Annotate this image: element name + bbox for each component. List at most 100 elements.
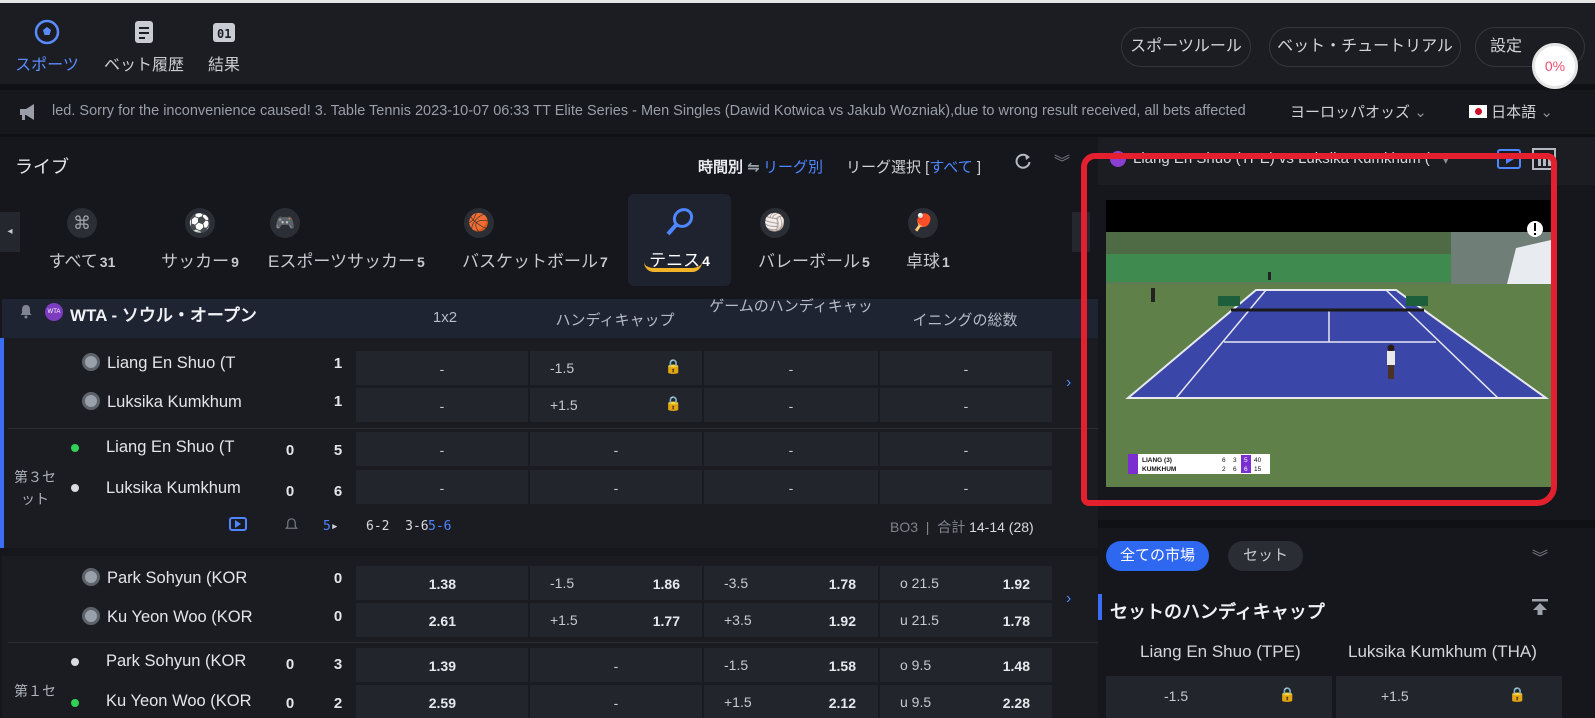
bell-icon[interactable] — [284, 517, 299, 532]
sport-tab-all[interactable]: ⌘ すべて 31 — [42, 208, 122, 293]
nav-results[interactable]: 01 結果 — [179, 19, 269, 75]
odds-cell[interactable]: - — [356, 432, 528, 466]
pin-to-top-icon[interactable] — [1530, 597, 1550, 617]
tabs-scroll-left[interactable]: ◂ — [0, 212, 20, 252]
odds-cell[interactable]: - — [530, 648, 702, 682]
odds-cell[interactable]: - — [530, 470, 702, 504]
tennis-ball-icon — [82, 353, 100, 371]
nav-bet-history-label: ベット履歴 — [103, 57, 184, 74]
odds-value: 2.28 — [1002, 695, 1030, 711]
odds-cell[interactable]: -1.5 1.86 — [530, 566, 702, 600]
nav-bet-history[interactable]: ベット履歴 — [99, 19, 189, 75]
odds-cell[interactable]: 1.39 — [356, 648, 528, 682]
league-select[interactable]: リーグ選択 [すべて ] — [846, 156, 981, 177]
divider — [8, 642, 1098, 643]
team-name: Park Sohyun (KOR — [106, 652, 247, 670]
odds-cell[interactable]: -3.5 1.78 — [704, 566, 878, 600]
odds-cell[interactable]: +1.5 🔒 — [530, 388, 702, 422]
total-line: u 9.5 — [900, 694, 932, 710]
sport-tab-volleyball[interactable]: 🏐 バレーボール 5 — [758, 208, 883, 293]
odds-format-dropdown[interactable]: ヨーロッパオッズ ⌄ — [1290, 101, 1427, 122]
odds-cell[interactable]: - — [704, 432, 878, 466]
odds-cell[interactable]: +1.5 1.77 — [530, 603, 702, 637]
refresh-icon[interactable] — [1014, 152, 1032, 170]
odds-cell[interactable]: - — [704, 351, 878, 385]
odds-value: 1.78 — [828, 576, 856, 592]
odds-cell[interactable]: - — [880, 470, 1052, 504]
collapse-chevron-icon[interactable]: ︾ — [1532, 544, 1548, 568]
odds-cell[interactable]: u 9.5 2.28 — [880, 685, 1052, 718]
sort-by-time[interactable]: 時間別 ⇋ — [698, 156, 760, 177]
odds-cell[interactable]: u 21.5 1.78 — [880, 603, 1052, 637]
odds-cell[interactable]: - — [880, 432, 1052, 466]
odds-value: 1.78 — [1002, 613, 1030, 629]
chip-all-markets[interactable]: 全ての市場 — [1106, 541, 1209, 571]
nav-sports[interactable]: スポーツ — [2, 19, 92, 75]
sport-tab-basketball[interactable]: 🏀 バスケットボール 7 — [462, 208, 617, 293]
sport-tab-count: 5 — [417, 254, 425, 270]
handicap-line: +1.5 — [724, 694, 752, 710]
chevron-down-icon: ⌄ — [1414, 104, 1427, 121]
odds-value: - — [788, 442, 794, 458]
odds-value: - — [963, 398, 969, 414]
chevron-right-icon[interactable]: › — [1066, 374, 1071, 392]
sport-tab-soccer[interactable]: ⚽ サッカー 9 — [155, 208, 245, 293]
chevron-right-icon[interactable]: › — [1066, 590, 1071, 608]
column-game-handicap: ゲームのハンディキャップ — [709, 298, 873, 359]
odds-cell[interactable]: - — [356, 388, 528, 422]
chip-set[interactable]: セット — [1228, 541, 1303, 571]
sport-tab-label: 卓球 — [906, 252, 940, 271]
odds-cell[interactable]: -1.5 🔒 — [1106, 676, 1332, 718]
odds-cell[interactable]: +3.5 1.92 — [704, 603, 878, 637]
set-score: 3 — [333, 656, 343, 673]
language-dropdown[interactable]: 日本語 ⌄ — [1469, 101, 1553, 122]
lock-icon: 🔒 — [1508, 686, 1526, 702]
odds-cell[interactable]: - — [356, 351, 528, 385]
odds-cell[interactable]: - — [704, 388, 878, 422]
odds-cell[interactable]: o 9.5 1.48 — [880, 648, 1052, 682]
lock-icon: 🔒 — [664, 395, 682, 411]
game-score: 0 — [285, 442, 295, 459]
column-1x2: 1x2 — [432, 309, 458, 326]
odds-cell[interactable]: - — [704, 470, 878, 504]
markets-count[interactable]: 5▸ — [323, 519, 339, 534]
bet-tutorial-button[interactable]: ベット・チュートリアル — [1269, 27, 1461, 67]
sport-tab-count: 31 — [99, 254, 116, 270]
odds-value: - — [613, 658, 619, 674]
tennis-ball-icon — [82, 607, 100, 625]
handicap-line: -1.5 — [724, 657, 749, 673]
set-score: 5 — [333, 442, 343, 459]
sport-tab-label: Eスポーツサッカー — [268, 252, 415, 271]
sort-by-league[interactable]: リーグ別 — [763, 156, 823, 177]
odds-cell[interactable]: -1.5 🔒 — [530, 351, 702, 385]
odds-cell[interactable]: +1.5 2.12 — [704, 685, 878, 718]
odds-cell[interactable]: - — [880, 351, 1052, 385]
divider — [8, 428, 1098, 429]
sports-rules-button[interactable]: スポーツルール — [1121, 27, 1251, 67]
lock-icon: 🔒 — [664, 358, 682, 374]
sport-tab-table-tennis[interactable]: 🏓 卓球 1 — [906, 208, 966, 293]
odds-cell[interactable]: - — [530, 685, 702, 718]
odds-cell[interactable]: 2.61 — [356, 603, 528, 637]
sport-tab-label: すべて — [48, 252, 98, 271]
odds-value: 1.38 — [428, 576, 456, 592]
odds-cell[interactable]: 1.38 — [356, 566, 528, 600]
serve-indicator — [71, 658, 79, 666]
odds-cell[interactable]: -1.5 1.58 — [704, 648, 878, 682]
sport-tab-esports-soccer[interactable]: 🎮 Eスポーツサッカー 5 — [268, 208, 438, 293]
ping-pong-icon: 🏓 — [908, 208, 938, 238]
nav-sports-label: スポーツ — [15, 57, 79, 74]
collapse-chevron-icon[interactable]: ︾ — [1054, 149, 1070, 173]
bell-icon[interactable] — [18, 303, 34, 319]
progress-badge[interactable]: 0% — [1532, 43, 1578, 89]
odds-cell[interactable]: - — [356, 470, 528, 504]
odds-cell[interactable]: - — [880, 388, 1052, 422]
odds-cell[interactable]: 2.59 — [356, 685, 528, 718]
odds-value: - — [613, 442, 619, 458]
odds-cell[interactable]: +1.5 🔒 — [1336, 676, 1562, 718]
odds-cell[interactable]: - — [530, 432, 702, 466]
live-stream-icon[interactable] — [229, 517, 247, 531]
odds-cell[interactable]: o 21.5 1.92 — [880, 566, 1052, 600]
game-score: 0 — [285, 483, 295, 500]
sport-tab-tennis[interactable]: テニス 4 — [628, 194, 731, 286]
